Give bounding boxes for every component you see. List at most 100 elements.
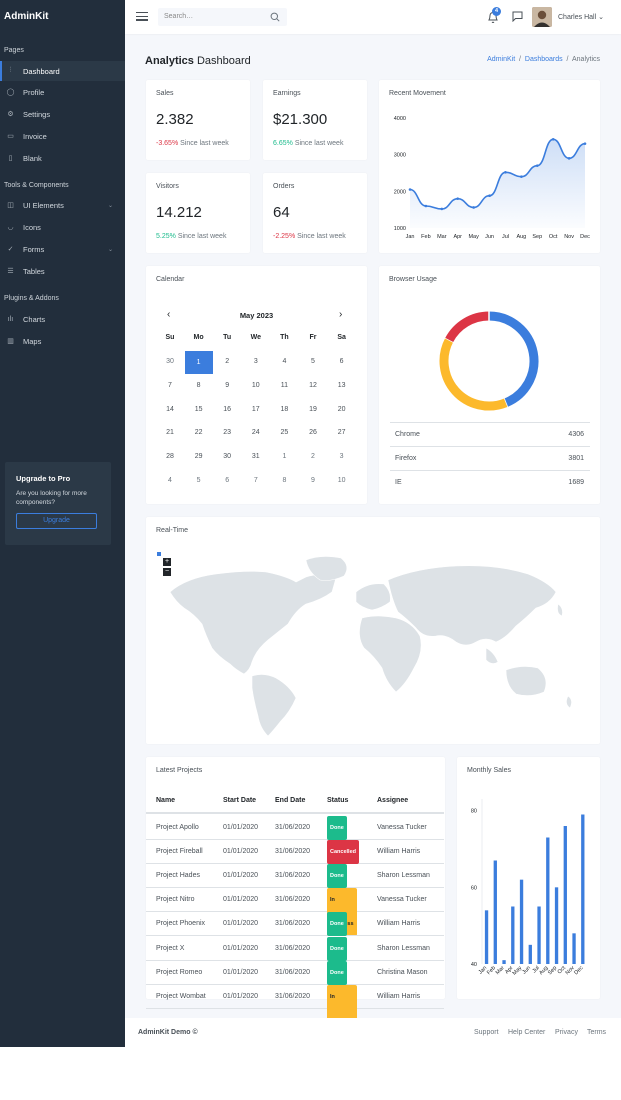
footer-copyright: AdminKit Demo © xyxy=(138,1029,198,1036)
calendar-day[interactable]: 8 xyxy=(270,477,298,484)
calendar-day[interactable]: 26 xyxy=(299,429,327,436)
calendar-day[interactable]: 29 xyxy=(185,453,213,460)
table-row[interactable]: Project Apollo 01/01/2020 31/06/2020 Vaness… xyxy=(146,816,444,840)
data-point xyxy=(535,164,539,167)
calendar-day[interactable]: 19 xyxy=(299,406,327,413)
stat-title: Earnings xyxy=(273,90,301,97)
table-row[interactable]: Project Wombat 01/01/2020 31/06/2020 Willia… xyxy=(146,984,444,1033)
calendar-day[interactable]: 12 xyxy=(299,382,327,389)
footer-link-privacy[interactable]: Privacy xyxy=(555,1029,578,1036)
calendar-day[interactable]: 25 xyxy=(270,429,298,436)
table-row[interactable]: Project Phoenix 01/01/2020 31/06/2020 Willi… xyxy=(146,912,444,937)
breadcrumb-dashboards[interactable]: Dashboards xyxy=(525,56,563,63)
brand-logo[interactable]: AdminKit xyxy=(4,11,48,22)
calendar-day[interactable]: 28 xyxy=(156,453,184,460)
calendar-day[interactable]: 24 xyxy=(242,429,270,436)
calendar-day[interactable]: 14 xyxy=(156,406,184,413)
donut-slice xyxy=(439,337,508,411)
calendar-day[interactable]: 15 xyxy=(185,406,213,413)
table-row[interactable]: Project Romeo 01/01/2020 31/06/2020 Christi… xyxy=(146,960,444,985)
sidebar-item-blank[interactable]: ▯ Blank xyxy=(0,148,125,168)
calendar-day[interactable]: 2 xyxy=(213,358,241,365)
sidebar-item-label: Profile xyxy=(23,87,45,97)
stat-value: 64 xyxy=(273,204,290,221)
browser-value: 1689 xyxy=(568,479,584,486)
chevron-down-icon: ⌄ xyxy=(107,246,113,253)
sidebar-item-invoice[interactable]: ▭ Invoice xyxy=(0,126,125,146)
x-tick-label: Jun xyxy=(485,234,494,240)
sidebar-item-label: Settings xyxy=(23,109,51,119)
search-placeholder: Search… xyxy=(164,13,194,20)
calendar-day[interactable]: 9 xyxy=(299,477,327,484)
column-header: End Date xyxy=(275,797,306,804)
table-row[interactable]: Project Fireball 01/01/2020 31/06/2020 Will… xyxy=(146,840,444,865)
sidebar-item-profile[interactable]: ◯ Profile xyxy=(0,82,125,102)
credit-card-icon: ▭ xyxy=(7,133,14,140)
calendar-day[interactable]: 6 xyxy=(328,358,356,365)
calendar-day[interactable]: 16 xyxy=(213,406,241,413)
footer-link-help-center[interactable]: Help Center xyxy=(508,1029,545,1036)
breadcrumb-adminkit[interactable]: AdminKit xyxy=(487,56,515,63)
sidebar-item-dashboard[interactable]: ⫶ Dashboard xyxy=(0,61,125,81)
calendar-day[interactable]: 3 xyxy=(328,453,356,460)
calendar-day[interactable]: 4 xyxy=(270,358,298,365)
calendar-day[interactable]: 4 xyxy=(156,477,184,484)
calendar-day[interactable]: 18 xyxy=(270,406,298,413)
calendar-day[interactable]: 5 xyxy=(185,477,213,484)
sidebar-item-settings[interactable]: ⚙ Settings xyxy=(0,104,125,124)
message-icon[interactable] xyxy=(512,11,523,22)
upgrade-button[interactable]: Upgrade xyxy=(16,513,97,529)
table-row[interactable]: Project X 01/01/2020 31/06/2020 Sharon Less… xyxy=(146,936,444,961)
card-title: Real-Time xyxy=(156,527,189,534)
cell-assignee: Sharon Lessman xyxy=(377,872,430,880)
hamburger-menu-icon[interactable] xyxy=(136,12,148,21)
calendar-day[interactable]: 23 xyxy=(213,429,241,436)
calendar-day[interactable]: 21 xyxy=(156,429,184,436)
calendar-day[interactable]: 13 xyxy=(328,382,356,389)
calendar-day[interactable]: 1 xyxy=(184,351,213,374)
calendar-day[interactable]: 10 xyxy=(242,382,270,389)
x-tick-label: Dec xyxy=(580,234,590,240)
sidebar-item-charts[interactable]: ılı Charts xyxy=(0,309,125,329)
calendar-day[interactable]: 22 xyxy=(185,429,213,436)
calendar-day[interactable]: 2 xyxy=(299,453,327,460)
stat-change-row: -3.65% Since last week xyxy=(156,140,229,147)
calendar-day[interactable]: 1 xyxy=(270,453,298,460)
sidebar-header-tools: Tools & Components xyxy=(4,182,69,189)
calendar-day[interactable]: 20 xyxy=(328,406,356,413)
calendar-day[interactable]: 11 xyxy=(270,382,298,389)
calendar-day[interactable]: 30 xyxy=(156,358,184,365)
footer-link-terms[interactable]: Terms xyxy=(587,1029,606,1036)
calendar-day[interactable]: 31 xyxy=(242,453,270,460)
sidebar-item-maps[interactable]: ▥ Maps xyxy=(0,331,125,351)
avatar[interactable] xyxy=(532,7,552,27)
bar xyxy=(528,944,532,964)
calendar-day[interactable]: 3 xyxy=(242,358,270,365)
map-icon: ▥ xyxy=(7,338,14,345)
calendar-day[interactable]: 7 xyxy=(156,382,184,389)
calendar-day[interactable]: 27 xyxy=(328,429,356,436)
search-icon[interactable] xyxy=(270,12,280,22)
search-input[interactable]: Search… xyxy=(158,8,287,26)
calendar-day[interactable]: 8 xyxy=(185,382,213,389)
calendar-day[interactable]: 5 xyxy=(299,358,327,365)
calendar-day[interactable]: 10 xyxy=(328,477,356,484)
chevron-right-icon[interactable]: › xyxy=(339,309,342,320)
sidebar-item-forms[interactable]: ✓ Forms ⌄ xyxy=(0,239,125,259)
calendar-day[interactable]: 7 xyxy=(242,477,270,484)
sidebar-item-icons[interactable]: ◡ Icons xyxy=(0,217,125,237)
calendar-day[interactable]: 9 xyxy=(213,382,241,389)
table-row[interactable]: Project Hades 01/01/2020 31/06/2020 Sharon … xyxy=(146,864,444,889)
x-tick-label: Sep xyxy=(532,234,542,240)
column-header: Assignee xyxy=(377,797,409,804)
cell-start-date: 01/01/2020 xyxy=(223,824,259,831)
calendar-day[interactable]: 6 xyxy=(213,477,241,484)
calendar-day[interactable]: 30 xyxy=(213,453,241,460)
calendar-day[interactable]: 17 xyxy=(242,406,270,413)
table-row[interactable]: Project Nitro 01/01/2020 31/06/2020 Vanessa… xyxy=(146,888,444,937)
user-name[interactable]: Charles Hall ⌄ xyxy=(558,13,604,21)
sidebar-item-tables[interactable]: ☰ Tables xyxy=(0,261,125,281)
sidebar-item-ui-elements[interactable]: ◫ UI Elements ⌄ xyxy=(0,195,125,215)
footer-link-support[interactable]: Support xyxy=(474,1029,499,1036)
cell-name: Project X xyxy=(156,944,185,952)
